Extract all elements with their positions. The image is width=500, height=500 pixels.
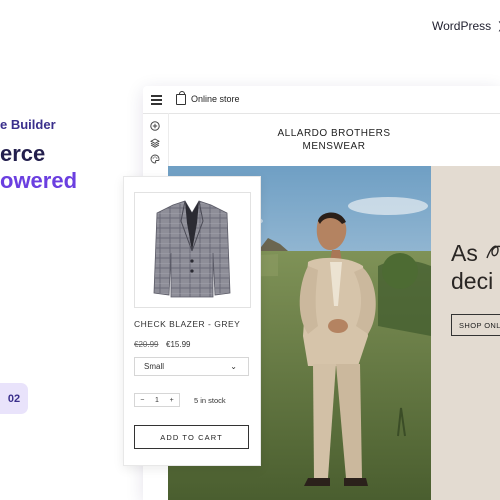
hero-kicker: e Builder bbox=[0, 117, 56, 132]
hero-heading-line2: owered bbox=[0, 168, 78, 193]
add-to-cart-button[interactable]: ADD TO CART bbox=[134, 425, 249, 449]
quantity-stepper[interactable]: − 1 + bbox=[134, 393, 180, 407]
store-header: ALLARDO BROTHERS MENSWEAR bbox=[168, 114, 500, 166]
qty-increase-button[interactable]: + bbox=[164, 397, 179, 404]
palette-icon[interactable] bbox=[150, 154, 160, 164]
add-circle-icon[interactable] bbox=[150, 121, 160, 131]
stock-status: 5 in stock bbox=[194, 396, 226, 405]
store-label: Online store bbox=[191, 94, 240, 104]
promo-panel: As deci SHOP ONL bbox=[431, 166, 500, 500]
version-badge: 02 bbox=[0, 383, 28, 414]
product-card: CHECK BLAZER - GREY €20.99 €15.99 Small … bbox=[123, 176, 261, 466]
store-name-line1: ALLARDO BROTHERS bbox=[277, 128, 391, 139]
product-name: CHECK BLAZER - GREY bbox=[134, 319, 241, 329]
size-select-value: Small bbox=[144, 362, 165, 371]
promo-heading-line2: deci bbox=[451, 268, 494, 294]
layers-icon[interactable] bbox=[150, 138, 160, 148]
script-glyph-icon bbox=[486, 245, 500, 259]
qty-decrease-button[interactable]: − bbox=[135, 397, 150, 404]
builder-topbar: Online store bbox=[143, 86, 500, 114]
price-original: €20.99 bbox=[134, 340, 159, 349]
shopping-bag-icon bbox=[176, 91, 186, 105]
product-image[interactable] bbox=[134, 192, 251, 308]
promo-heading-line1-text: As bbox=[451, 240, 478, 266]
promo-heading-line1: As bbox=[451, 240, 500, 267]
store-name-line2: MENSWEAR bbox=[302, 141, 366, 152]
platform-dropdown[interactable]: WordPress ❯ bbox=[432, 19, 500, 33]
platform-label: WordPress bbox=[432, 19, 492, 33]
shop-online-button[interactable]: SHOP ONL bbox=[451, 314, 500, 336]
hero-heading-line1: erce bbox=[0, 141, 46, 166]
size-select[interactable]: Small ⌄ bbox=[134, 357, 249, 376]
qty-value[interactable]: 1 bbox=[150, 397, 165, 404]
chevron-down-icon: ⌄ bbox=[230, 362, 237, 371]
price-sale: €15.99 bbox=[166, 340, 191, 349]
hamburger-menu-icon[interactable] bbox=[151, 95, 162, 105]
